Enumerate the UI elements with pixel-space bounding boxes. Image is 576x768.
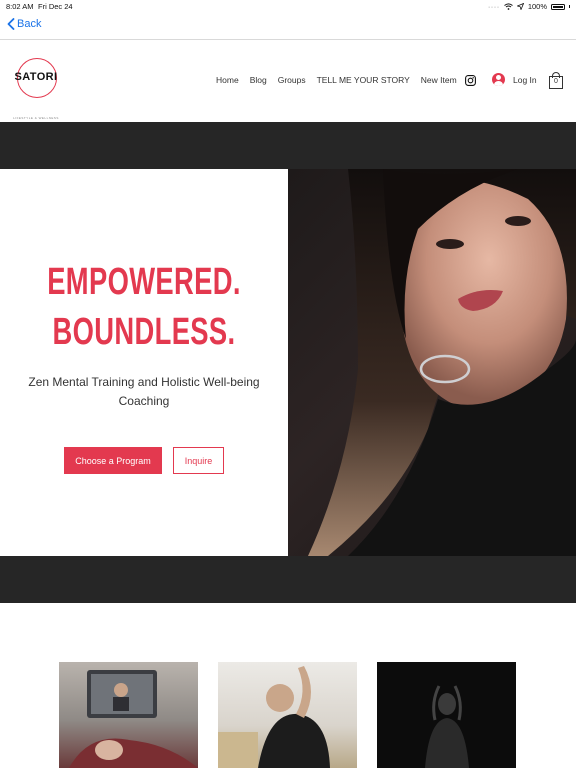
battery-icon — [551, 3, 565, 10]
hero-text-panel: EMPOWERED. BOUNDLESS. Zen Mental Trainin… — [0, 169, 288, 556]
back-label: Back — [17, 18, 42, 30]
program-thumbnail-online-session[interactable] — [59, 662, 198, 768]
logo-wordmark: SATORI — [14, 71, 58, 83]
wifi-icon — [503, 3, 513, 10]
battery-nub — [569, 5, 570, 8]
inquire-button[interactable]: Inquire — [173, 447, 224, 474]
status-bar: 8:02 AM Fri Dec 24 ···· 100% — [0, 0, 576, 12]
signal-dots-icon: ···· — [487, 2, 500, 11]
portrait-illustration — [308, 169, 576, 556]
nav-item-tell-me-your-story[interactable]: TELL ME YOUR STORY — [317, 75, 410, 85]
back-button[interactable]: Back — [7, 18, 41, 30]
login-label: Log In — [513, 74, 537, 85]
hero-subline: Zen Mental Training and Holistic Well-be… — [28, 375, 260, 408]
status-time: 8:02 AM — [6, 2, 34, 11]
nav-item-new-item[interactable]: New Item — [421, 75, 457, 85]
status-date: Fri Dec 24 — [38, 2, 73, 11]
cart-count: 0 — [554, 78, 558, 85]
hero-headline: EMPOWERED. BOUNDLESS. — [40, 257, 247, 357]
stretching-person-illustration — [218, 666, 330, 768]
main-nav: Home Blog Groups TELL ME YOUR STORY New … — [216, 75, 457, 85]
program-thumbnail-yoga-stretch[interactable] — [218, 662, 357, 768]
battery-percent: 100% — [527, 2, 547, 11]
logo-tagline: LIFESTYLE & WELLNESS — [13, 116, 59, 120]
login-button[interactable]: Log In — [492, 73, 537, 86]
location-arrow-icon — [516, 3, 524, 10]
nav-item-home[interactable]: Home — [216, 75, 239, 85]
program-thumbnail-meditation[interactable] — [377, 662, 516, 768]
browser-nav-bar: Back — [0, 12, 576, 40]
site-header: SATORI LIFESTYLE & WELLNESS Home Blog Gr… — [0, 41, 576, 122]
status-indicators: ···· 100% — [488, 2, 570, 11]
hero-portrait-image — [288, 169, 576, 556]
nav-item-groups[interactable]: Groups — [278, 75, 306, 85]
user-avatar-icon — [492, 73, 505, 86]
nav-item-blog[interactable]: Blog — [250, 75, 267, 85]
headline-line-1: EMPOWERED. — [47, 261, 241, 303]
program-thumbnails — [0, 662, 576, 768]
laptop-session-illustration — [69, 670, 198, 768]
cart-button[interactable]: 0 — [549, 72, 563, 89]
choose-program-button[interactable]: Choose a Program — [64, 447, 162, 474]
chevron-left-icon — [7, 18, 15, 30]
satori-logo[interactable]: SATORI LIFESTYLE & WELLNESS — [12, 58, 60, 120]
instagram-icon[interactable] — [465, 75, 476, 86]
meditation-silhouette-illustration — [425, 685, 469, 768]
headline-line-2: BOUNDLESS. — [52, 311, 236, 353]
